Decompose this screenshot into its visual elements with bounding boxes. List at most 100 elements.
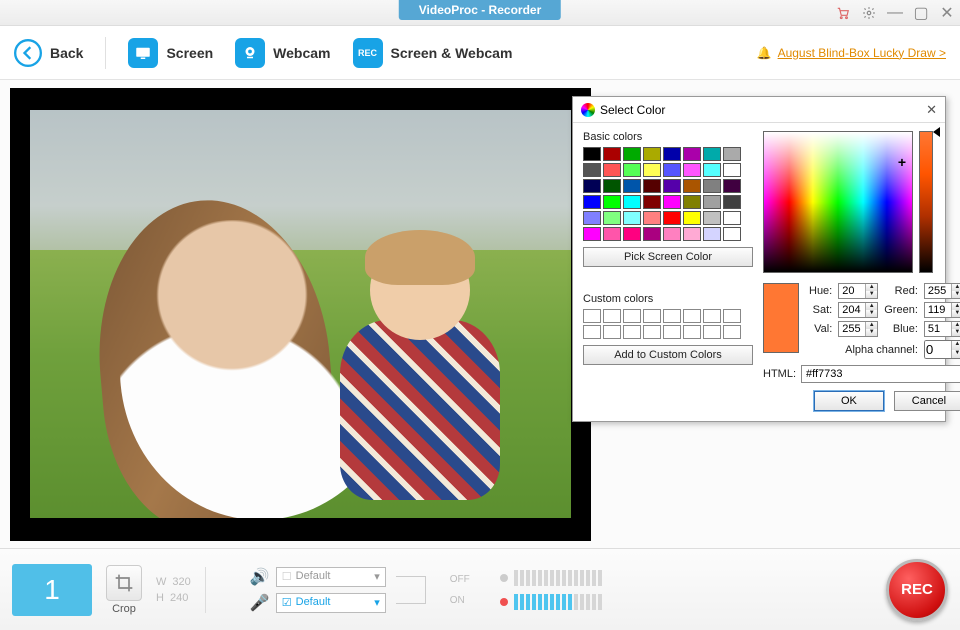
screen-webcam-icon: REC <box>353 38 383 68</box>
basic-color-swatch[interactable] <box>623 227 641 241</box>
height-value: 240 <box>170 592 188 604</box>
basic-colors-grid[interactable] <box>583 147 753 241</box>
basic-color-swatch[interactable] <box>703 163 721 177</box>
basic-color-swatch[interactable] <box>603 179 621 193</box>
ok-button[interactable]: OK <box>814 391 884 411</box>
basic-color-swatch[interactable] <box>723 195 741 209</box>
basic-color-swatch[interactable] <box>683 179 701 193</box>
screen-icon <box>128 38 158 68</box>
basic-color-swatch[interactable] <box>683 211 701 225</box>
basic-color-swatch[interactable] <box>683 195 701 209</box>
close-icon[interactable]: ✕ <box>940 6 954 20</box>
basic-color-swatch[interactable] <box>683 147 701 161</box>
basic-color-swatch[interactable] <box>643 147 661 161</box>
basic-color-swatch[interactable] <box>663 179 681 193</box>
cart-icon[interactable] <box>836 6 850 20</box>
screen-webcam-label: Screen & Webcam <box>391 45 513 61</box>
basic-color-swatch[interactable] <box>603 147 621 161</box>
promo-link[interactable]: August Blind-Box Lucky Draw > <box>778 46 946 60</box>
mic-icon: 🎤 <box>250 593 268 613</box>
hue-slider[interactable] <box>919 131 933 273</box>
basic-color-swatch[interactable] <box>583 195 601 209</box>
basic-color-swatch[interactable] <box>623 211 641 225</box>
basic-color-swatch[interactable] <box>723 211 741 225</box>
webcam-mode-button[interactable]: Webcam <box>235 38 330 68</box>
dialog-close-icon[interactable]: ✕ <box>926 102 937 118</box>
val-label: Val: <box>809 323 832 335</box>
basic-color-swatch[interactable] <box>623 147 641 161</box>
basic-color-swatch[interactable] <box>663 227 681 241</box>
add-to-custom-button[interactable]: Add to Custom Colors <box>583 345 753 365</box>
hue-arrow-icon <box>933 127 940 137</box>
bell-icon: 🔔 <box>757 46 772 60</box>
color-preview <box>763 283 799 353</box>
minimize-icon[interactable]: — <box>888 6 902 20</box>
screen-mode-button[interactable]: Screen <box>128 38 213 68</box>
mic-select[interactable]: ☑Default▾ <box>276 593 386 613</box>
basic-color-swatch[interactable] <box>603 227 621 241</box>
basic-color-swatch[interactable] <box>703 211 721 225</box>
record-button[interactable]: REC <box>886 559 948 621</box>
basic-color-swatch[interactable] <box>623 195 641 209</box>
color-spectrum[interactable]: + <box>763 131 913 273</box>
basic-color-swatch[interactable] <box>703 147 721 161</box>
width-label: W <box>156 576 166 588</box>
webcam-icon <box>235 38 265 68</box>
basic-color-swatch[interactable] <box>643 195 661 209</box>
app-title: VideoProc - Recorder <box>399 0 561 20</box>
basic-color-swatch[interactable] <box>603 163 621 177</box>
basic-color-swatch[interactable] <box>683 163 701 177</box>
basic-color-swatch[interactable] <box>583 211 601 225</box>
basic-color-swatch[interactable] <box>663 195 681 209</box>
blue-label: Blue: <box>884 323 918 335</box>
basic-color-swatch[interactable] <box>603 211 621 225</box>
custom-colors-grid[interactable] <box>583 309 753 339</box>
basic-color-swatch[interactable] <box>623 179 641 193</box>
basic-color-swatch[interactable] <box>723 163 741 177</box>
monitor-count[interactable]: 1 <box>12 564 92 616</box>
palette-icon <box>581 103 595 117</box>
width-value: 320 <box>172 576 190 588</box>
pick-screen-color-button[interactable]: Pick Screen Color <box>583 247 753 267</box>
basic-color-swatch[interactable] <box>723 179 741 193</box>
chevron-down-icon: ▾ <box>374 596 380 609</box>
screen-webcam-mode-button[interactable]: REC Screen & Webcam <box>353 38 513 68</box>
basic-colors-label: Basic colors <box>583 131 753 143</box>
crop-button[interactable] <box>106 565 142 601</box>
hue-label: Hue: <box>809 285 832 297</box>
gear-icon[interactable] <box>862 6 876 20</box>
custom-colors-label: Custom colors <box>583 293 753 305</box>
basic-color-swatch[interactable] <box>583 179 601 193</box>
basic-color-swatch[interactable] <box>643 211 661 225</box>
html-label: HTML: <box>763 368 796 380</box>
basic-color-swatch[interactable] <box>703 179 721 193</box>
speaker-select[interactable]: ☐Default▾ <box>276 567 386 587</box>
back-button[interactable]: Back <box>14 39 83 67</box>
basic-color-swatch[interactable] <box>723 147 741 161</box>
maximize-icon[interactable]: ▢ <box>914 6 928 20</box>
cancel-button[interactable]: Cancel <box>894 391 960 411</box>
basic-color-swatch[interactable] <box>663 163 681 177</box>
basic-color-swatch[interactable] <box>583 147 601 161</box>
basic-color-swatch[interactable] <box>603 195 621 209</box>
webcam-label: Webcam <box>273 45 330 61</box>
speaker-level <box>500 570 602 586</box>
sat-label: Sat: <box>809 304 832 316</box>
basic-color-swatch[interactable] <box>643 179 661 193</box>
basic-color-swatch[interactable] <box>663 211 681 225</box>
basic-color-swatch[interactable] <box>623 163 641 177</box>
basic-color-swatch[interactable] <box>663 147 681 161</box>
basic-color-swatch[interactable] <box>583 227 601 241</box>
basic-color-swatch[interactable] <box>703 195 721 209</box>
alpha-label: Alpha channel: <box>845 344 918 356</box>
crop-label: Crop <box>112 603 136 615</box>
basic-color-swatch[interactable] <box>703 227 721 241</box>
html-input[interactable] <box>801 365 960 383</box>
off-label: OFF <box>450 574 470 585</box>
basic-color-swatch[interactable] <box>723 227 741 241</box>
height-label: H <box>156 592 164 604</box>
basic-color-swatch[interactable] <box>643 227 661 241</box>
basic-color-swatch[interactable] <box>683 227 701 241</box>
basic-color-swatch[interactable] <box>643 163 661 177</box>
basic-color-swatch[interactable] <box>583 163 601 177</box>
